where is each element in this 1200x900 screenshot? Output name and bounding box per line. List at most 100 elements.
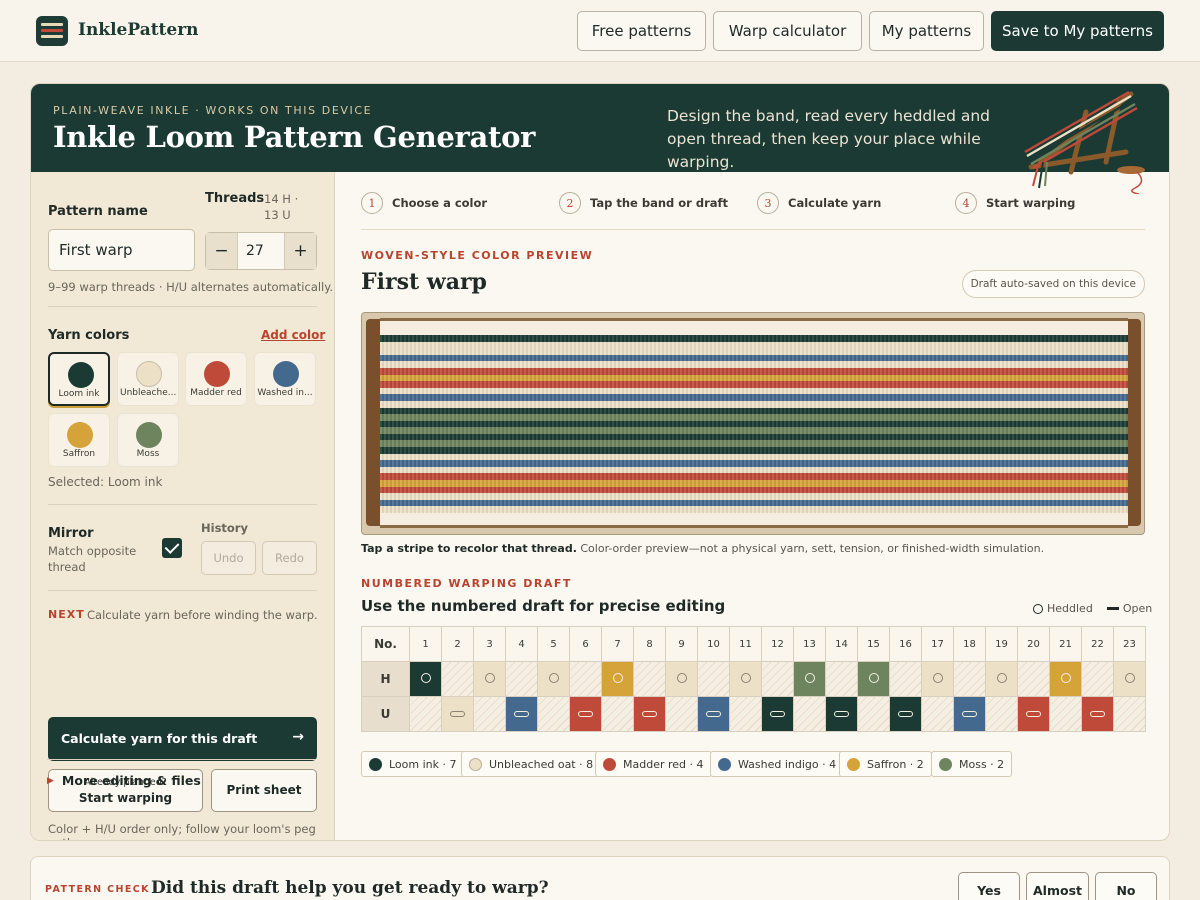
draft-header-label: No. bbox=[361, 626, 410, 662]
empty-cell[interactable] bbox=[569, 661, 602, 697]
autosave-badge: Draft auto-saved on this device bbox=[961, 270, 1145, 298]
increase-threads-button[interactable]: + bbox=[285, 233, 316, 269]
mirror-help: Match opposite thread bbox=[48, 544, 137, 574]
empty-cell[interactable] bbox=[409, 696, 442, 732]
empty-cell[interactable] bbox=[473, 696, 506, 732]
calculate-yarn-button[interactable]: Calculate yarn for this draft → bbox=[48, 717, 317, 761]
empty-cell[interactable] bbox=[761, 661, 794, 697]
empty-cell[interactable] bbox=[537, 696, 570, 732]
empty-cell[interactable] bbox=[1017, 661, 1050, 697]
open-cell[interactable] bbox=[1017, 696, 1050, 732]
open-cell[interactable] bbox=[441, 696, 474, 732]
step-2: 2 Tap the band or draft bbox=[559, 192, 728, 214]
yarn-swatch[interactable]: Loom ink bbox=[48, 352, 110, 406]
thread-number: 15 bbox=[857, 626, 890, 662]
empty-cell[interactable] bbox=[665, 696, 698, 732]
mirror-checkbox[interactable] bbox=[162, 538, 182, 558]
decrease-threads-button[interactable]: − bbox=[206, 233, 237, 269]
arrow-right-icon: → bbox=[292, 729, 304, 745]
heddled-cell[interactable] bbox=[473, 661, 506, 697]
open-cell[interactable] bbox=[505, 696, 538, 732]
heddled-cell[interactable] bbox=[1049, 661, 1082, 697]
empty-cell[interactable] bbox=[985, 696, 1018, 732]
heddled-marker-icon bbox=[932, 672, 943, 683]
open-cell[interactable] bbox=[1081, 696, 1114, 732]
legend-item[interactable]: Unbleached oat · 8 bbox=[461, 751, 602, 777]
warp-calculator-button[interactable]: Warp calculator bbox=[713, 11, 862, 51]
heddled-cell[interactable] bbox=[665, 661, 698, 697]
history-label: History bbox=[201, 521, 248, 535]
band-stripe[interactable] bbox=[380, 506, 1128, 514]
my-patterns-button[interactable]: My patterns bbox=[869, 11, 984, 51]
empty-cell[interactable] bbox=[793, 696, 826, 732]
heddled-cell[interactable] bbox=[921, 661, 954, 697]
heddled-cell[interactable] bbox=[1113, 661, 1146, 697]
open-cell[interactable] bbox=[569, 696, 602, 732]
free-patterns-button[interactable]: Free patterns bbox=[577, 11, 706, 51]
empty-cell[interactable] bbox=[921, 696, 954, 732]
open-cell[interactable] bbox=[953, 696, 986, 732]
feedback-almost-button[interactable]: Almost bbox=[1026, 872, 1089, 900]
empty-cell[interactable] bbox=[857, 696, 890, 732]
legend-item[interactable]: Madder red · 4 bbox=[595, 751, 712, 777]
heddled-cell[interactable] bbox=[793, 661, 826, 697]
legend-item[interactable]: Saffron · 2 bbox=[839, 751, 932, 777]
legend-item[interactable]: Washed indigo · 4 bbox=[710, 751, 845, 777]
open-cell[interactable] bbox=[697, 696, 730, 732]
heddled-cell[interactable] bbox=[985, 661, 1018, 697]
feedback-no-button[interactable]: No bbox=[1095, 872, 1157, 900]
empty-cell[interactable] bbox=[601, 696, 634, 732]
open-cell[interactable] bbox=[889, 696, 922, 732]
brand-name[interactable]: InklePattern bbox=[78, 20, 199, 40]
redo-button[interactable]: Redo bbox=[262, 541, 317, 575]
heddled-cell[interactable] bbox=[409, 661, 442, 697]
thread-number: 12 bbox=[761, 626, 794, 662]
empty-cell[interactable] bbox=[953, 661, 986, 697]
empty-cell[interactable] bbox=[697, 661, 730, 697]
legend-item[interactable]: Loom ink · 7 bbox=[361, 751, 465, 777]
thread-number: 19 bbox=[985, 626, 1018, 662]
empty-cell[interactable] bbox=[889, 661, 922, 697]
empty-cell[interactable] bbox=[1049, 696, 1082, 732]
caret-right-icon: ▶ bbox=[47, 775, 54, 786]
yarn-swatch[interactable]: Unbleache... bbox=[117, 352, 179, 406]
heddled-marker-icon bbox=[804, 672, 815, 683]
open-cell[interactable] bbox=[761, 696, 794, 732]
save-to-my-patterns-button[interactable]: Save to My patterns bbox=[991, 11, 1164, 51]
band-preview[interactable] bbox=[361, 312, 1145, 535]
open-marker-icon bbox=[642, 710, 657, 717]
heddled-cell[interactable] bbox=[857, 661, 890, 697]
step-label: Choose a color bbox=[392, 196, 488, 210]
empty-cell[interactable] bbox=[729, 696, 762, 732]
feedback-yes-button[interactable]: Yes bbox=[958, 872, 1020, 900]
open-marker-icon bbox=[514, 710, 529, 717]
empty-cell[interactable] bbox=[505, 661, 538, 697]
more-editing-toggle[interactable]: ▶ More editing & files bbox=[47, 773, 201, 788]
open-cell[interactable] bbox=[633, 696, 666, 732]
pattern-name-input[interactable]: First warp bbox=[48, 229, 195, 271]
print-sheet-button[interactable]: Print sheet bbox=[211, 769, 317, 812]
threads-input[interactable]: 27 bbox=[237, 233, 285, 269]
empty-cell[interactable] bbox=[633, 661, 666, 697]
empty-cell[interactable] bbox=[441, 661, 474, 697]
next-tag: NEXT bbox=[48, 608, 85, 621]
undo-button[interactable]: Undo bbox=[201, 541, 256, 575]
open-marker-icon bbox=[706, 710, 721, 717]
yarn-swatch[interactable]: Madder red bbox=[185, 352, 247, 406]
heddled-cell[interactable] bbox=[537, 661, 570, 697]
yarn-swatch[interactable]: Saffron bbox=[48, 413, 110, 467]
open-marker-icon bbox=[450, 710, 465, 717]
empty-cell[interactable] bbox=[1081, 661, 1114, 697]
yarn-swatch[interactable]: Moss bbox=[117, 413, 179, 467]
add-color-link[interactable]: Add color bbox=[261, 328, 325, 342]
empty-cell[interactable] bbox=[825, 661, 858, 697]
inkle-logo-icon[interactable] bbox=[36, 16, 68, 46]
heddled-cell[interactable] bbox=[601, 661, 634, 697]
empty-cell[interactable] bbox=[1113, 696, 1146, 732]
heddled-cell[interactable] bbox=[729, 661, 762, 697]
thread-number: 16 bbox=[889, 626, 922, 662]
open-cell[interactable] bbox=[825, 696, 858, 732]
yarn-swatch[interactable]: Washed in... bbox=[254, 352, 316, 406]
legend-item[interactable]: Moss · 2 bbox=[931, 751, 1013, 777]
thread-number: 21 bbox=[1049, 626, 1082, 662]
